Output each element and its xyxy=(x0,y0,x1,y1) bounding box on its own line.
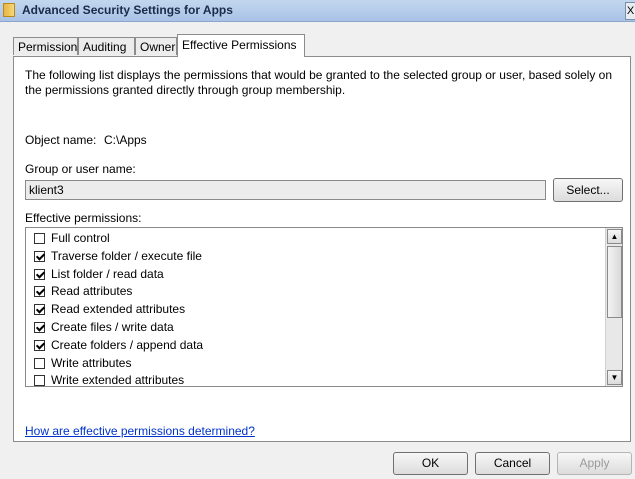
group-or-user-field[interactable]: klient3 xyxy=(25,180,546,200)
object-name-label: Object name: xyxy=(25,133,97,147)
permission-label: Read attributes xyxy=(51,284,133,299)
tab-auditing[interactable]: Auditing xyxy=(78,37,135,55)
description-text: The following list displays the permissi… xyxy=(25,68,613,97)
checked-checkbox xyxy=(34,339,45,351)
permission-label: List folder / read data xyxy=(51,266,164,281)
tab-owner[interactable]: Owner xyxy=(135,37,177,55)
scroll-up-arrow-icon[interactable]: ▲ xyxy=(607,229,622,244)
effective-permissions-label: Effective permissions: xyxy=(25,211,142,225)
cancel-button[interactable]: Cancel xyxy=(475,452,550,475)
help-link[interactable]: How are effective permissions determined… xyxy=(25,424,255,438)
unchecked-checkbox xyxy=(34,233,45,244)
checked-checkbox xyxy=(34,286,45,298)
unchecked-checkbox xyxy=(34,357,45,369)
folder-icon xyxy=(3,3,15,17)
permission-label: Create folders / append data xyxy=(51,337,204,352)
group-or-user-label: Group or user name: xyxy=(25,162,136,176)
tab-permissions[interactable]: Permissions xyxy=(13,37,83,55)
checked-checkbox xyxy=(34,304,45,316)
select-button[interactable]: Select... xyxy=(553,178,623,202)
object-name-value: C:\Apps xyxy=(104,133,147,147)
permission-label: Full control xyxy=(51,231,110,245)
tab-effective-permissions[interactable]: Effective Permissions xyxy=(177,34,305,57)
vertical-scrollbar[interactable]: ▲ ▼ xyxy=(605,228,622,386)
window-title: Advanced Security Settings for Apps xyxy=(22,3,233,17)
unchecked-checkbox xyxy=(34,375,45,386)
permission-label: Create files / write data xyxy=(51,320,174,334)
title-bar: Advanced Security Settings for Apps X xyxy=(0,0,635,22)
checked-checkbox xyxy=(34,250,45,262)
scroll-down-arrow-icon[interactable]: ▼ xyxy=(607,370,622,385)
permission-label: Write attributes xyxy=(51,355,132,370)
apply-button[interactable]: Apply xyxy=(557,452,632,475)
scroll-thumb[interactable] xyxy=(607,246,622,318)
permission-label: Write extended attributes xyxy=(51,373,185,387)
ok-button[interactable]: OK xyxy=(393,452,468,475)
close-button[interactable]: X xyxy=(625,2,635,20)
effective-permissions-list[interactable]: Full control Traverse folder / execute fi… xyxy=(25,227,623,387)
checked-checkbox xyxy=(34,268,45,280)
checked-checkbox xyxy=(34,322,45,333)
permission-label: Traverse folder / execute file xyxy=(51,248,202,263)
permission-label: Read extended attributes xyxy=(51,302,186,317)
